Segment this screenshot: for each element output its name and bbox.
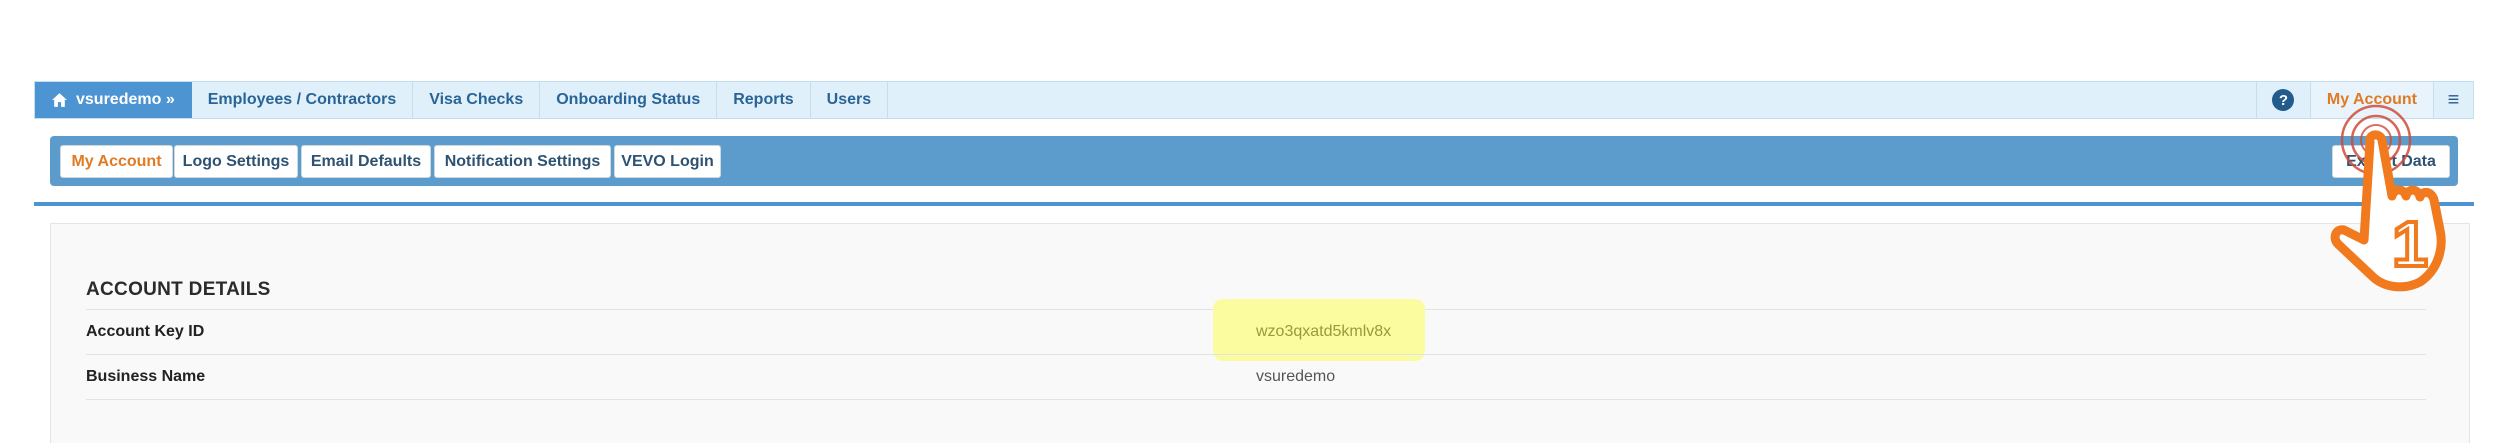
tab-email-defaults[interactable]: Email Defaults xyxy=(301,145,431,178)
tab-my-account[interactable]: My Account xyxy=(60,145,173,178)
account-subnav: My Account Logo Settings Email Defaults … xyxy=(50,136,2458,186)
help-icon: ? xyxy=(2272,89,2295,111)
row-divider xyxy=(86,354,2426,355)
brand-label: vsuredemo » xyxy=(76,91,175,108)
help-button[interactable]: ? xyxy=(2255,82,2310,118)
tab-vevo-login[interactable]: VEVO Login xyxy=(614,145,721,178)
tab-notification-settings[interactable]: Notification Settings xyxy=(434,145,611,178)
home-icon xyxy=(52,93,67,107)
brand-home-link[interactable]: vsuredemo » xyxy=(35,82,192,118)
tab-logo-settings[interactable]: Logo Settings xyxy=(174,145,298,178)
pointer-hand-icon: 1 xyxy=(2330,104,2446,292)
business-name-value: vsuredemo xyxy=(1256,368,1336,385)
top-navigation-bar: vsuredemo » Employees / Contractors Visa… xyxy=(34,81,2474,119)
business-name-label: Business Name xyxy=(86,368,206,385)
row-divider xyxy=(86,399,2426,400)
nav-employees-contractors[interactable]: Employees / Contractors xyxy=(192,82,414,118)
account-key-id-label: Account Key ID xyxy=(86,323,205,340)
nav-visa-checks[interactable]: Visa Checks xyxy=(413,82,541,118)
nav-users[interactable]: Users xyxy=(811,82,889,118)
account-key-id-value: wzo3qxatd5kmlv8x xyxy=(1256,323,1392,340)
divider xyxy=(34,202,2474,206)
nav-onboarding-status[interactable]: Onboarding Status xyxy=(540,82,718,118)
page: vsuredemo » Employees / Contractors Visa… xyxy=(0,0,2502,443)
section-title: ACCOUNT DETAILS xyxy=(86,279,271,300)
step-number: 1 xyxy=(2392,208,2428,280)
nav-reports[interactable]: Reports xyxy=(717,82,811,118)
